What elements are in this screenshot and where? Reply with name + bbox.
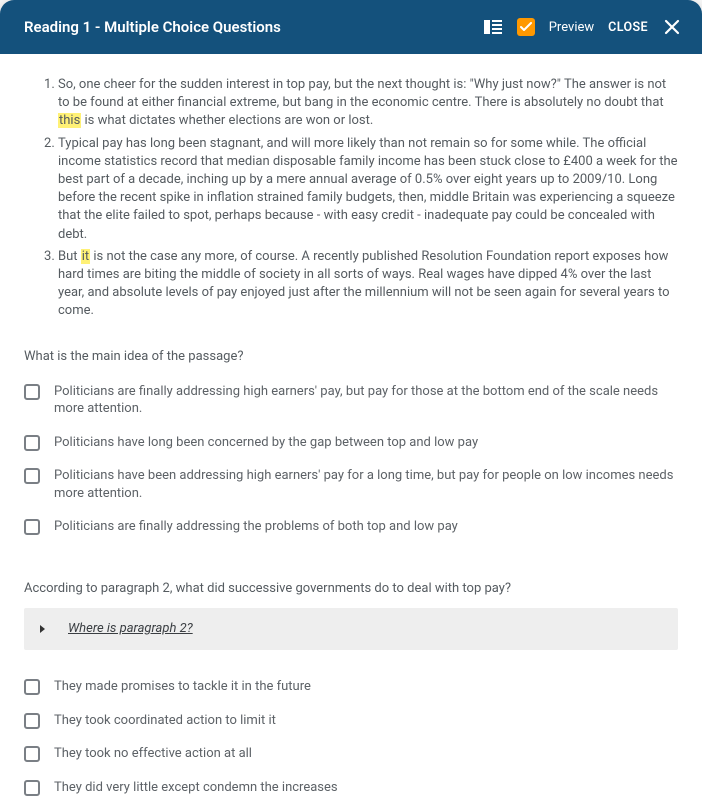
q2-option-a[interactable]: They made promises to tackle it in the f… <box>24 672 678 706</box>
close-button[interactable]: CLOSE <box>608 20 648 35</box>
question-1-text: What is the main idea of the passage? <box>24 348 678 366</box>
option-label: Politicians have been addressing high ea… <box>54 467 678 502</box>
hint-text: Where is paragraph 2? <box>68 620 193 638</box>
option-label: They did very little except condemn the … <box>54 779 678 797</box>
question-2-options: They made promises to tackle it in the f… <box>24 672 678 797</box>
q1-option-a[interactable]: Politicians are finally addressing high … <box>24 377 678 428</box>
header-bar: Reading 1 - Multiple Choice Questions Pr… <box>0 0 702 54</box>
checkbox-icon <box>24 519 40 535</box>
preview-toggle[interactable] <box>517 18 535 36</box>
preview-label[interactable]: Preview <box>549 20 594 35</box>
columns-icon[interactable] <box>483 17 503 37</box>
header-actions: Preview CLOSE <box>483 17 682 37</box>
passage-para-2: Typical pay has long been stagnant, and … <box>58 135 678 244</box>
highlight-this: this <box>58 113 81 128</box>
option-label: They took coordinated action to limit it <box>54 712 678 730</box>
checkbox-icon <box>24 780 40 796</box>
close-icon[interactable] <box>662 17 682 37</box>
passage-para-1: So, one cheer for the sudden interest in… <box>58 76 678 131</box>
passage-para-3: But it is not the case any more, of cour… <box>58 248 678 321</box>
q2-option-d[interactable]: They did very little except condemn the … <box>24 773 678 797</box>
option-label: They made promises to tackle it in the f… <box>54 678 678 696</box>
question-2-text: According to paragraph 2, what did succe… <box>24 580 678 598</box>
checkbox-icon <box>24 468 40 484</box>
checkbox-icon <box>24 746 40 762</box>
passage-list: So, one cheer for the sudden interest in… <box>24 76 678 320</box>
q1-option-c[interactable]: Politicians have been addressing high ea… <box>24 461 678 512</box>
body: So, one cheer for the sudden interest in… <box>0 54 702 797</box>
checkbox-icon <box>24 679 40 695</box>
option-label: They took no effective action at all <box>54 745 678 763</box>
dialog: Reading 1 - Multiple Choice Questions Pr… <box>0 0 702 797</box>
hint-expand[interactable]: Where is paragraph 2? <box>24 608 678 650</box>
checkbox-icon <box>24 435 40 451</box>
question-1-options: Politicians are finally addressing high … <box>24 377 678 546</box>
option-label: Politicians are finally addressing the p… <box>54 518 678 536</box>
chevron-right-icon <box>38 624 48 634</box>
option-label: Politicians are finally addressing high … <box>54 383 678 418</box>
q2-option-b[interactable]: They took coordinated action to limit it <box>24 706 678 740</box>
checkbox-icon <box>24 713 40 729</box>
header-title: Reading 1 - Multiple Choice Questions <box>24 18 483 36</box>
q1-option-d[interactable]: Politicians are finally addressing the p… <box>24 512 678 546</box>
highlight-it: it <box>81 249 90 264</box>
checkbox-icon <box>24 384 40 400</box>
q2-option-c[interactable]: They took no effective action at all <box>24 739 678 773</box>
q1-option-b[interactable]: Politicians have long been concerned by … <box>24 428 678 462</box>
option-label: Politicians have long been concerned by … <box>54 434 678 452</box>
